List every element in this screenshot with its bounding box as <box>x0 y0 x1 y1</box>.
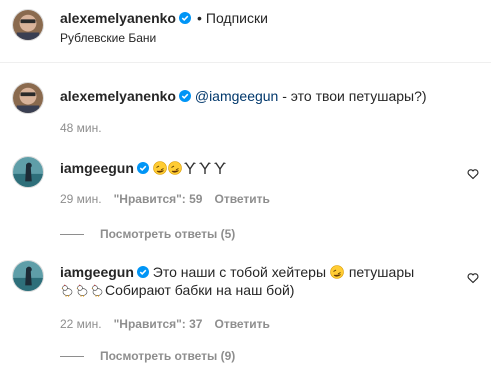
rolling-laughing-emoji-icon <box>330 265 344 279</box>
verified-badge-icon <box>178 90 191 102</box>
rooster-emoji-icon <box>183 161 197 175</box>
comment-body-part: петушары <box>348 264 415 280</box>
comment-body-part: Собирают бабки на наш бой) <box>105 282 295 298</box>
comment-body-part: Это наши с тобой хейтеры <box>152 264 327 280</box>
rooster-emoji-icon <box>213 161 227 175</box>
caption-username[interactable]: alexemelyanenko <box>60 88 176 104</box>
comment-meta: 22 мин. "Нравится": 37 Ответить <box>60 317 282 331</box>
commenter-username[interactable]: iamgeegun <box>60 264 134 280</box>
caption-time[interactable]: 48 мин. <box>60 121 102 135</box>
post-comments-panel: alexemelyanenko • Подписки Рублевские Бани… <box>0 0 491 378</box>
chicken-emoji-icon <box>90 283 104 297</box>
comment-meta: 29 мин. "Нравится": 59 Ответить <box>60 192 282 206</box>
verified-badge-icon <box>136 266 149 278</box>
chicken-emoji-icon <box>75 283 89 297</box>
reply-button[interactable]: Ответить <box>214 192 269 206</box>
caption-avatar[interactable] <box>12 82 44 114</box>
caption-body: - это твои петушары?) <box>278 88 427 104</box>
view-replies-button[interactable]: Посмотреть ответы (9) <box>60 349 235 363</box>
author-avatar[interactable] <box>12 9 44 41</box>
reply-button[interactable]: Ответить <box>214 317 269 331</box>
caption-mention-link[interactable]: @iamgeegun <box>195 88 279 104</box>
commenter-avatar[interactable] <box>12 156 44 188</box>
comment-likes[interactable]: "Нравится": 37 <box>114 317 203 331</box>
separator-dot: • <box>196 10 202 26</box>
post-location[interactable]: Рублевские Бани <box>60 31 156 45</box>
view-replies-button[interactable]: Посмотреть ответы (5) <box>60 227 235 241</box>
commenter-username[interactable]: iamgeegun <box>60 160 134 176</box>
rooster-emoji-icon <box>198 161 212 175</box>
view-replies-label: Посмотреть ответы (5) <box>100 227 236 241</box>
caption-meta: 48 мин. <box>60 121 114 135</box>
like-heart-icon[interactable] <box>467 168 479 180</box>
comment-likes[interactable]: "Нравится": 59 <box>114 192 203 206</box>
view-replies-label: Посмотреть ответы (9) <box>100 349 236 363</box>
post-header: alexemelyanenko • Подписки Рублевские Бани <box>0 0 491 63</box>
caption-text: alexemelyanenko @iamgeegun - это твои пе… <box>60 87 451 105</box>
verified-badge-icon <box>178 12 191 24</box>
replies-divider-line <box>60 356 84 358</box>
comment-text: iamgeegun Это наши с тобой хейтеры петуш… <box>60 263 451 299</box>
rolling-laughing-emoji-icon <box>152 161 167 175</box>
verified-badge-icon <box>136 162 149 174</box>
commenter-avatar[interactable] <box>12 260 44 292</box>
replies-divider-line <box>60 234 84 236</box>
rolling-laughing-emoji-icon <box>167 161 182 175</box>
follow-status-button[interactable]: Подписки <box>206 10 268 26</box>
comment-time[interactable]: 22 мин. <box>60 317 102 331</box>
chicken-emoji-icon <box>60 283 74 297</box>
header-top-line: alexemelyanenko • Подписки <box>60 10 268 26</box>
author-username[interactable]: alexemelyanenko <box>60 10 176 26</box>
comment-time[interactable]: 29 мин. <box>60 192 102 206</box>
like-heart-icon[interactable] <box>467 272 479 284</box>
comment-text: iamgeegun <box>60 159 451 177</box>
